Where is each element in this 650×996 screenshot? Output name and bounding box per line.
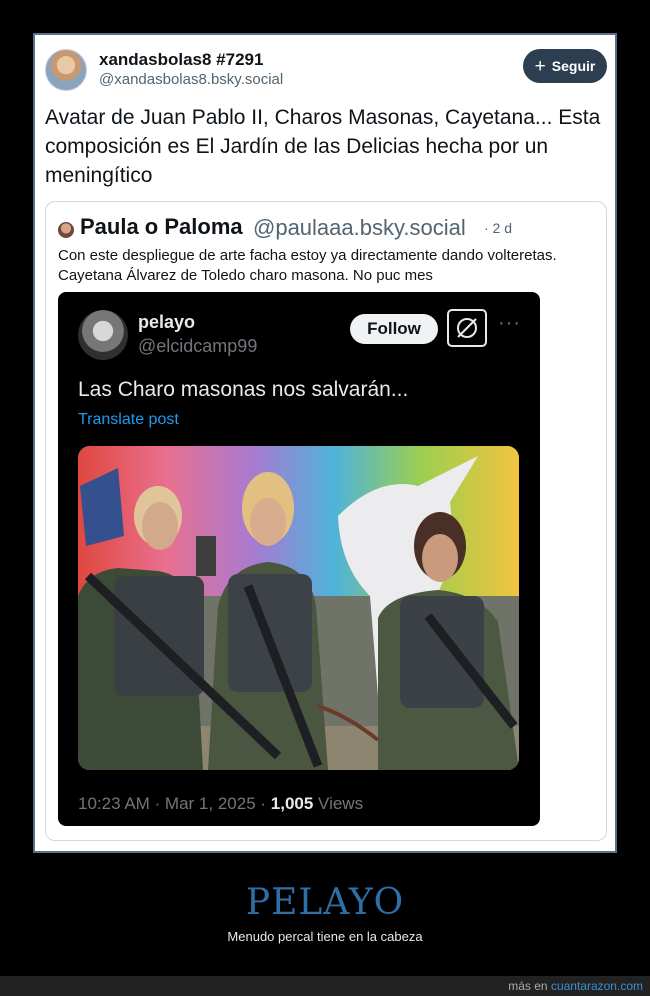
- screenshot-post-text: Las Charo masonas nos salvarán...: [78, 378, 409, 401]
- quote-author-handle: @paulaaa.bsky.social: [253, 215, 466, 240]
- display-name[interactable]: xandasbolas8 #7291: [99, 50, 263, 70]
- views-count: 1,005: [270, 794, 314, 813]
- quote-timestamp: · 2 d: [484, 220, 513, 236]
- screenshot-timestamp: 10:23 AM · Mar 1, 2025 ·: [78, 794, 271, 813]
- quote-avatar: [58, 222, 74, 238]
- quote-card[interactable]: Paula o Paloma @paulaaa.bsky.social · 2 …: [45, 201, 607, 841]
- screenshot-author-handle: @elcidcamp99: [138, 336, 258, 356]
- caption-subtitle: Menudo percal tiene en la cabeza: [227, 929, 423, 944]
- site-link[interactable]: cuantarazon.com: [551, 979, 643, 993]
- footer-text: más en cuantarazon.com: [508, 979, 643, 993]
- screenshot-meta: 10:23 AM · Mar 1, 2025 · 1,005 Views: [78, 794, 363, 814]
- translate-link: Translate post: [78, 411, 179, 428]
- caption-title: PELAYO: [245, 882, 405, 923]
- grok-icon: [447, 309, 487, 347]
- screenshot-avatar: [78, 310, 128, 360]
- footer-prefix: más en: [508, 979, 551, 993]
- follow-button[interactable]: + Seguir: [523, 49, 607, 83]
- plus-icon: +: [534, 55, 546, 77]
- post-card: xandasbolas8 #7291 @xandasbolas8.bsky.so…: [33, 33, 617, 853]
- quote-author-name: Paula o Paloma: [80, 214, 243, 239]
- post-text: Avatar de Juan Pablo II, Charos Masonas,…: [45, 106, 601, 187]
- footer-bar: más en cuantarazon.com: [0, 976, 650, 996]
- author-row: xandasbolas8 #7291 @xandasbolas8.bsky.so…: [45, 47, 607, 97]
- avatar[interactable]: [45, 49, 87, 91]
- more-icon: ···: [498, 312, 521, 334]
- post-photo: [78, 446, 519, 770]
- author-handle[interactable]: @xandasbolas8.bsky.social: [99, 71, 283, 88]
- follow-label: Seguir: [551, 58, 596, 74]
- views-label: Views: [313, 794, 364, 813]
- embedded-screenshot: pelayo @elcidcamp99 Follow ··· Las Charo…: [58, 292, 540, 826]
- screenshot-follow-button: Follow: [350, 314, 438, 344]
- quote-text: Con este despliegue de arte facha estoy …: [58, 247, 557, 284]
- screenshot-author-name: pelayo: [138, 312, 196, 332]
